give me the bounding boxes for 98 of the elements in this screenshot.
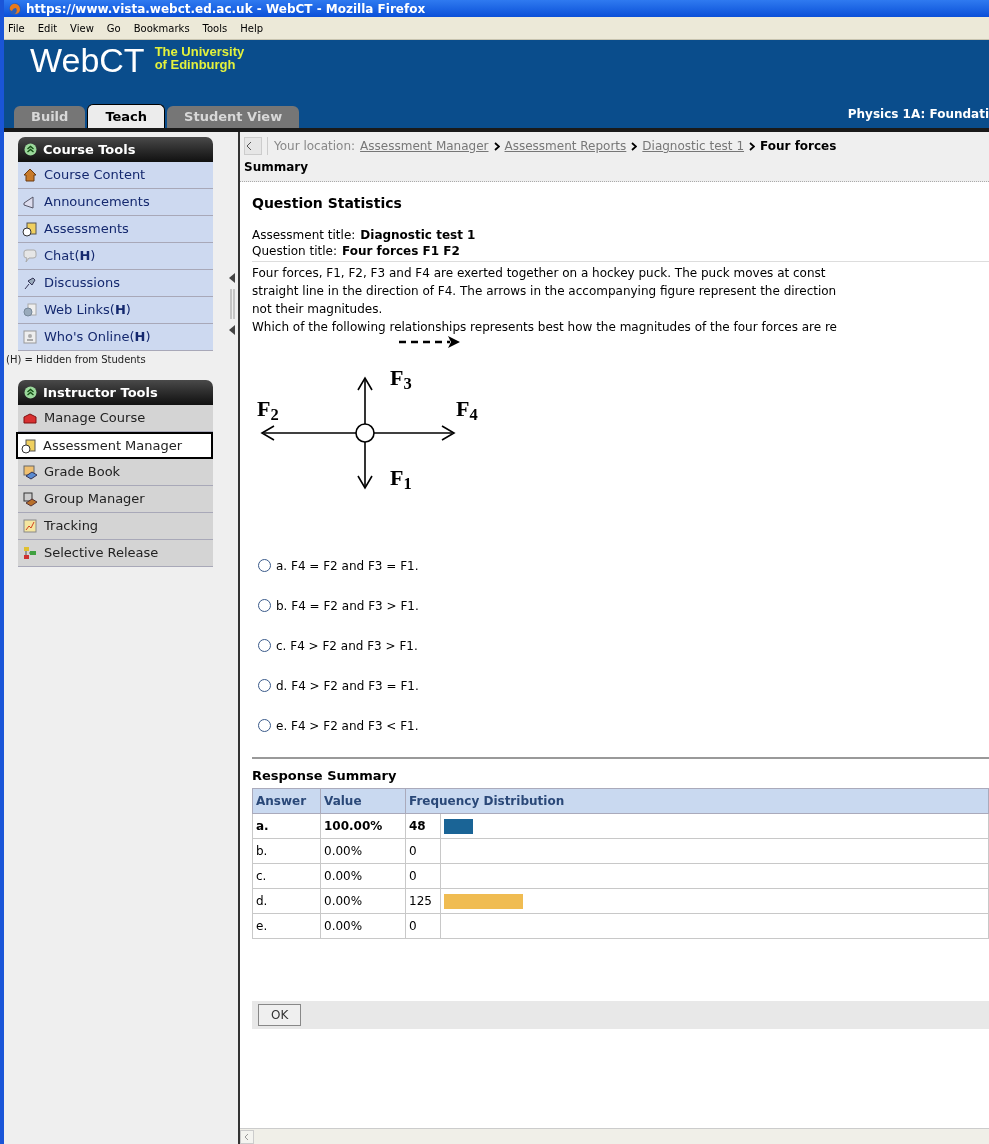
force-label: F$_{1}$: [390, 466, 412, 490]
radio-button[interactable]: [258, 639, 271, 652]
back-button[interactable]: [244, 137, 262, 155]
field-label: Assessment title:: [252, 227, 356, 243]
table-cell: d.: [252, 888, 321, 914]
menu-item[interactable]: Help: [240, 20, 264, 36]
speech-bubble-icon: [22, 248, 38, 264]
person-card-icon: [22, 329, 38, 345]
menu-item[interactable]: Edit: [37, 20, 58, 36]
radio-button[interactable]: [258, 559, 271, 572]
scroll-left-icon[interactable]: [240, 1129, 254, 1144]
sidebar-item[interactable]: Course Content: [18, 162, 213, 189]
option-label: d. F4 > F2 and F3 = F1.: [276, 677, 419, 695]
panel-title: Course Tools: [43, 140, 136, 159]
table-cell: 125: [405, 888, 441, 914]
menu-item[interactable]: View: [70, 20, 94, 36]
breadcrumb-link[interactable]: Assessment Reports: [504, 137, 627, 155]
option-label: b. F4 = F2 and F3 > F1.: [276, 597, 419, 615]
chevron-right-icon: [493, 141, 500, 151]
sidebar-item[interactable]: Chat(H): [18, 243, 213, 270]
collapse-handle-icon[interactable]: [228, 273, 236, 337]
column-header: Frequency Distribution: [405, 788, 989, 814]
collapse-icon[interactable]: [24, 386, 37, 399]
section-heading: Question Statistics: [252, 194, 403, 212]
chart-icon: [22, 518, 38, 534]
table-cell: 0: [405, 838, 441, 864]
sidebar-item[interactable]: Group Manager: [18, 486, 213, 513]
force-label: F$_{2}$: [257, 397, 279, 421]
chevron-right-icon: [631, 141, 638, 151]
table-cell: 100.00%: [320, 813, 406, 839]
radio-button[interactable]: [258, 679, 271, 692]
chevron-right-icon: [749, 141, 756, 151]
house-icon: [22, 167, 38, 183]
table-cell: 0.00%: [320, 863, 406, 889]
institution-name: of Edinburgh: [154, 58, 236, 71]
table-cell: 0.00%: [320, 888, 406, 914]
force-label: F$_{3}$: [390, 366, 412, 390]
table-cell: b.: [252, 838, 321, 864]
force-label: F$_{4}$: [456, 397, 478, 421]
table-cell: c.: [252, 863, 321, 889]
globe-document-icon: [22, 302, 38, 318]
menu-item[interactable]: Bookmarks: [133, 20, 190, 36]
sidebar-item[interactable]: Web Links(H): [18, 297, 213, 324]
table-cell: 0: [405, 913, 441, 939]
sidebar-item[interactable]: Assessments: [18, 216, 213, 243]
question-text: Which of the following relationships represents best how the magnitudes of the four forces are re: [252, 319, 838, 336]
ok-button[interactable]: OK: [258, 1004, 302, 1026]
table-cell: 0.00%: [320, 913, 406, 939]
menu-item[interactable]: File: [8, 20, 25, 36]
sidebar-item[interactable]: Announcements: [18, 189, 213, 216]
sidebar-item[interactable]: Grade Book: [18, 459, 213, 486]
radio-button[interactable]: [258, 599, 271, 612]
panel-title: Instructor Tools: [43, 383, 158, 402]
table-cell: 0.00%: [320, 838, 406, 864]
document-clock-icon: [21, 437, 37, 454]
sidebar-item[interactable]: Selective Release: [18, 540, 213, 567]
option-label: a. F4 = F2 and F3 = F1.: [276, 557, 419, 575]
breadcrumb-link[interactable]: Diagnostic test 1: [642, 137, 745, 155]
breadcrumb-label: Your location:: [267, 137, 356, 155]
radio-button[interactable]: [258, 719, 271, 732]
question-text: straight line in the direction of F4. The arrows in the accompanying figure represent the direction: [252, 283, 838, 300]
breadcrumb-link[interactable]: Assessment Manager: [360, 137, 489, 155]
pushpin-icon: [22, 275, 38, 291]
legend-note: (H) = Hidden from Students: [6, 353, 147, 367]
window-title: https://www.vista.webct.ed.ac.uk - WebCT - Mozilla Firefox: [26, 0, 426, 18]
question-text: not their magnitudes.: [252, 301, 384, 318]
institution-name: The University: [154, 45, 245, 58]
table-cell: e.: [252, 913, 321, 939]
table-cell: 48: [405, 813, 441, 839]
sidebar-item[interactable]: Discussions: [18, 270, 213, 297]
question-title: Four forces F1 F2: [342, 243, 460, 259]
assessment-title: Diagnostic test 1: [360, 227, 476, 243]
table-cell: 0: [405, 863, 441, 889]
menu-item[interactable]: Go: [106, 20, 121, 36]
sidebar-item[interactable]: Assessment Manager: [16, 432, 213, 459]
sidebar-item[interactable]: Tracking: [18, 513, 213, 540]
page-title: Summary: [244, 160, 310, 174]
option-label: e. F4 > F2 and F3 < F1.: [276, 717, 419, 735]
breadcrumb-current: Four forces: [760, 138, 837, 155]
table-cell: a.: [252, 813, 321, 839]
logo: WebCT: [30, 42, 145, 78]
dashed-arrow: [399, 336, 460, 348]
option-label: c. F4 > F2 and F3 > F1.: [276, 637, 418, 655]
sidebar-item[interactable]: Manage Course: [18, 405, 213, 432]
field-label: Question title:: [252, 243, 337, 259]
puck-circle: [355, 423, 375, 443]
question-text: Four forces, F1, F2, F3 and F4 are exerted together on a hockey puck. The puck moves at const: [252, 265, 827, 282]
sidebar-item[interactable]: Who's Online(H): [18, 324, 213, 351]
browser-logo-icon: [8, 1, 22, 16]
column-header: Value: [320, 788, 406, 814]
course-title: Physics 1A: Foundati: [847, 106, 989, 123]
tab[interactable]: Teach: [87, 104, 166, 128]
section-heading: Response Summary: [252, 768, 398, 784]
collapse-icon[interactable]: [24, 143, 37, 156]
menu-item[interactable]: Tools: [202, 20, 228, 36]
column-header: Answer: [252, 788, 321, 814]
document-clock-icon: [22, 221, 38, 237]
chevron-left-icon: [245, 141, 253, 151]
